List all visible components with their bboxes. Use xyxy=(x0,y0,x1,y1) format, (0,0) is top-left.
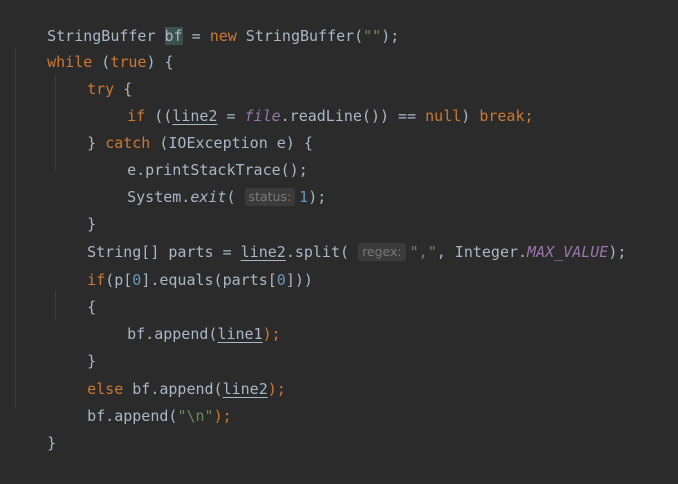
code-token: ); xyxy=(381,27,400,45)
code-token-keyword: new xyxy=(209,27,237,45)
code-token: ); xyxy=(267,380,286,398)
code-token: ])) xyxy=(285,271,313,289)
code-editor[interactable]: StringBuffer bf = new StringBuffer(""); … xyxy=(0,0,678,452)
code-token: StringBuffer( xyxy=(236,27,364,45)
code-token: ) xyxy=(461,107,480,125)
code-token: , Integer. xyxy=(436,243,528,261)
code-token: ) { xyxy=(146,53,174,71)
parameter-hint: regex: xyxy=(358,243,406,261)
code-line[interactable]: try { xyxy=(51,49,132,98)
code-token-keyword: null xyxy=(425,107,462,125)
code-token: ( xyxy=(226,188,245,206)
code-token: bf.append( xyxy=(127,325,218,343)
code-token: } xyxy=(47,434,57,452)
code-line[interactable]: String[] parts = line2.split( regex: ",",… xyxy=(51,212,626,261)
code-token-number: 1 xyxy=(299,188,309,206)
code-line[interactable]: } catch (IOException e) { xyxy=(51,103,313,152)
code-token-variable: line1 xyxy=(217,325,263,343)
code-line[interactable]: StringBuffer bf = new StringBuffer(""); xyxy=(11,0,399,45)
code-line[interactable]: bf.append("\n"); xyxy=(51,376,232,425)
code-token: ); xyxy=(308,188,327,206)
code-token: = xyxy=(182,27,210,45)
code-token-number: 0 xyxy=(276,271,286,289)
code-line[interactable]: } xyxy=(51,321,96,370)
code-token-string: "" xyxy=(363,27,382,45)
code-line[interactable]: e.printStackTrace(); xyxy=(91,130,308,179)
code-token: ].equals(parts[ xyxy=(141,271,277,289)
code-token: ); xyxy=(262,325,281,343)
code-token-semicolon: ; xyxy=(524,107,534,125)
code-line[interactable]: { xyxy=(51,267,96,316)
code-line[interactable]: } xyxy=(11,403,56,452)
code-line[interactable]: else bf.append(line2); xyxy=(51,349,286,398)
code-line[interactable]: System.exit( status: 1); xyxy=(91,157,326,206)
code-token: ); xyxy=(213,407,232,425)
code-line[interactable]: if ((line2 = file.readLine()) == null) b… xyxy=(91,76,533,125)
code-token: ); xyxy=(608,243,627,261)
code-token-number: 0 xyxy=(132,271,142,289)
code-line[interactable]: if(p[0].equals(parts[0])) xyxy=(51,240,313,289)
code-line[interactable]: while (true) { xyxy=(11,22,173,71)
code-token: System. xyxy=(127,188,191,206)
code-token-field: MAX_VALUE xyxy=(527,243,609,261)
parameter-hint: status: xyxy=(244,188,296,206)
code-token: (p[ xyxy=(105,271,133,289)
code-line[interactable]: bf.append(line1); xyxy=(91,294,281,343)
code-token-string: "\n" xyxy=(177,407,214,425)
code-line[interactable]: } xyxy=(51,184,96,233)
code-token-method: exit xyxy=(190,188,227,206)
code-token: bf.append( xyxy=(87,407,178,425)
code-token-string: "," xyxy=(409,243,437,261)
code-token-keyword: break xyxy=(479,107,525,125)
